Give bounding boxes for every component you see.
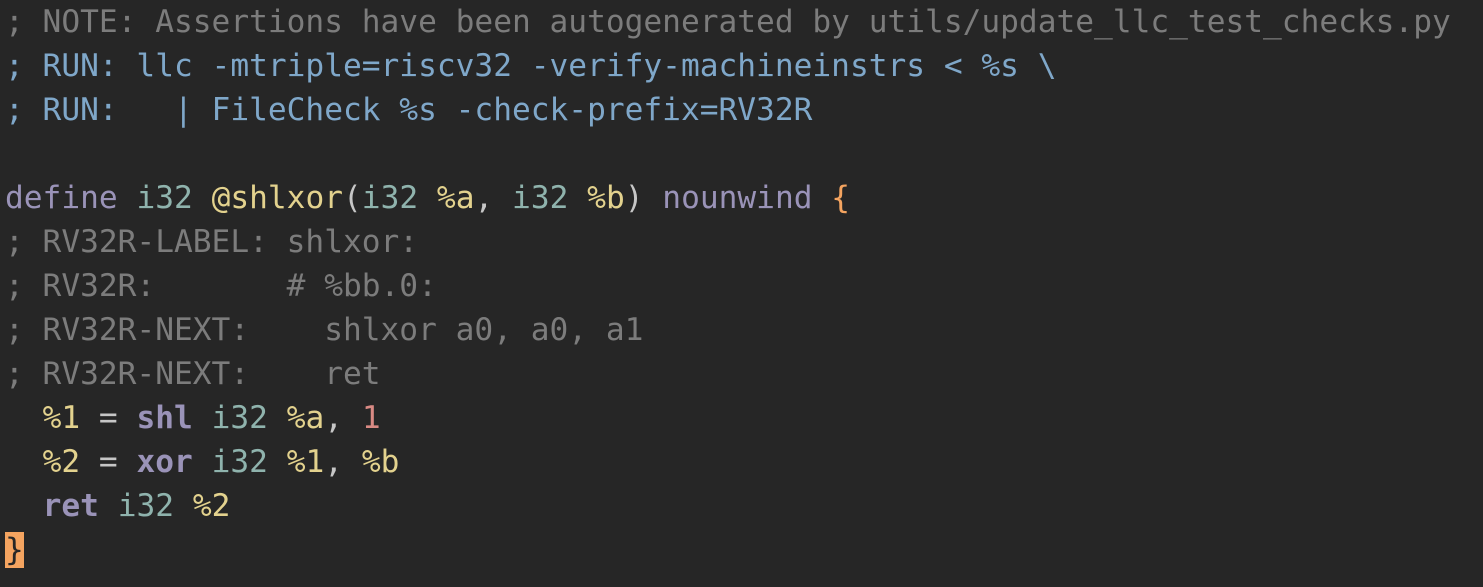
code-line[interactable]: ; RV32R-LABEL: shlxor: <box>5 220 1483 264</box>
code-token: %b <box>361 444 400 480</box>
code-token: ; RV32R-LABEL: shlxor: <box>5 224 419 260</box>
code-token: %1 <box>286 444 325 480</box>
code-line[interactable]: %2 = xor i32 %1, %b <box>5 440 1483 484</box>
code-token: { <box>831 180 851 216</box>
code-token: %2 <box>42 444 81 480</box>
code-line[interactable]: ; RUN: | FileCheck %s -check-prefix=RV32… <box>5 88 1483 132</box>
code-token: i32 <box>136 180 193 216</box>
code-line[interactable]: ; RV32R-NEXT: shlxor a0, a0, a1 <box>5 308 1483 352</box>
code-token: , <box>324 400 362 436</box>
code-line[interactable]: ret i32 %2 <box>5 484 1483 528</box>
code-token: ; RV32R-NEXT: ret <box>5 356 381 392</box>
code-line[interactable]: ; RV32R-NEXT: ret <box>5 352 1483 396</box>
code-token: define <box>5 180 118 216</box>
code-token: ; RUN: llc -mtriple=riscv32 -verify-mach… <box>5 48 1057 84</box>
code-token: = <box>80 444 137 480</box>
code-token: @shlxor <box>211 180 344 216</box>
code-line[interactable]: ; RV32R: # %bb.0: <box>5 264 1483 308</box>
code-token: %b <box>587 180 625 216</box>
code-token: nounwind <box>662 180 813 216</box>
code-token: ; RV32R-NEXT: shlxor a0, a0, a1 <box>5 312 644 348</box>
code-line[interactable] <box>5 132 1483 176</box>
code-token: i32 <box>117 488 175 524</box>
code-line[interactable]: define i32 @shlxor(i32 %a, i32 %b) nounw… <box>5 176 1483 220</box>
code-line[interactable]: ; NOTE: Assertions have been autogenerat… <box>5 0 1483 44</box>
code-line[interactable]: } <box>5 528 1483 572</box>
code-token: i32 <box>211 400 268 436</box>
code-token: ) <box>624 180 663 216</box>
code-token: %a <box>436 180 475 216</box>
code-token: %1 <box>42 400 81 436</box>
code-token: ret <box>42 488 99 524</box>
code-line[interactable]: %1 = shl i32 %a, 1 <box>5 396 1483 440</box>
code-token: shl <box>136 400 193 436</box>
code-token: ( <box>343 180 362 216</box>
code-token: 1 <box>361 400 381 436</box>
code-token: ; RUN: | FileCheck %s -check-prefix=RV32… <box>5 92 813 128</box>
code-token: , <box>474 180 513 216</box>
code-token: , <box>324 444 362 480</box>
code-token: i32 <box>512 180 569 216</box>
code-token: %2 <box>192 488 231 524</box>
code-token: xor <box>136 444 193 480</box>
text-cursor: } <box>5 532 24 568</box>
code-token: i32 <box>211 444 268 480</box>
code-token: = <box>80 400 137 436</box>
code-line[interactable]: ; RUN: llc -mtriple=riscv32 -verify-mach… <box>5 44 1483 88</box>
code-token: i32 <box>361 180 419 216</box>
code-token: ; NOTE: Assertions have been autogenerat… <box>5 4 1451 40</box>
code-token: ; RV32R: # %bb.0: <box>5 268 437 304</box>
code-editor[interactable]: ; NOTE: Assertions have been autogenerat… <box>5 0 1483 572</box>
code-token: %a <box>286 400 325 436</box>
